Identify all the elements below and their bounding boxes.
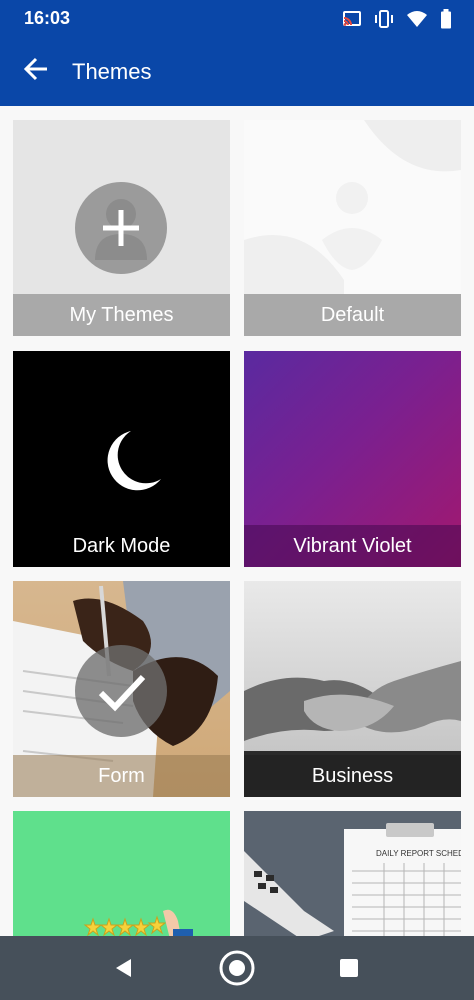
theme-tile-green[interactable]: [13, 811, 230, 936]
back-triangle-icon: [116, 959, 131, 977]
themes-grid: My Themes Default Dark Mode Vibrant Viol…: [0, 106, 474, 936]
add-theme-circle: [75, 182, 167, 274]
nav-home-button[interactable]: [217, 950, 257, 986]
home-circle-icon: [219, 950, 255, 986]
app-bar: Themes: [0, 36, 474, 106]
theme-label: Default: [244, 294, 461, 336]
theme-label: Vibrant Violet: [244, 525, 461, 567]
page-title: Themes: [72, 59, 152, 84]
report-photo: [244, 823, 461, 936]
report-title: DAILY REPORT SCHED: [376, 849, 461, 858]
status-icons: [342, 9, 452, 29]
theme-label: Dark Mode: [13, 525, 230, 567]
system-nav-bar: [0, 936, 474, 1000]
selected-indicator: [75, 645, 167, 737]
theme-tile-dark-mode[interactable]: Dark Mode: [13, 351, 230, 567]
theme-tile-my-themes[interactable]: My Themes: [13, 120, 230, 336]
theme-label: Business: [244, 755, 461, 797]
battery-icon: [440, 9, 452, 29]
theme-tile-vibrant-violet[interactable]: Vibrant Violet: [244, 351, 461, 567]
nav-back-button[interactable]: [104, 950, 144, 986]
vibrate-icon: [374, 10, 394, 28]
arrow-back-icon: [23, 57, 49, 86]
theme-label: My Themes: [13, 294, 230, 336]
back-button[interactable]: [16, 53, 56, 89]
recents-square-icon: [340, 959, 358, 977]
theme-tile-default[interactable]: Default: [244, 120, 461, 336]
theme-tile-report[interactable]: DAILY REPORT SCHED: [244, 811, 461, 936]
nav-recents-button[interactable]: [329, 950, 369, 986]
theme-tile-form[interactable]: Form: [13, 581, 230, 797]
checkmark-icon: [98, 674, 146, 712]
cast-icon: [342, 10, 362, 28]
rating-stars-art: [83, 909, 193, 936]
theme-label: Form: [13, 755, 230, 797]
add-icon: [103, 210, 139, 246]
status-bar: 16:03: [0, 0, 474, 36]
wifi-icon: [406, 10, 428, 28]
status-time: 16:03: [24, 8, 71, 28]
theme-tile-business[interactable]: Business: [244, 581, 461, 797]
